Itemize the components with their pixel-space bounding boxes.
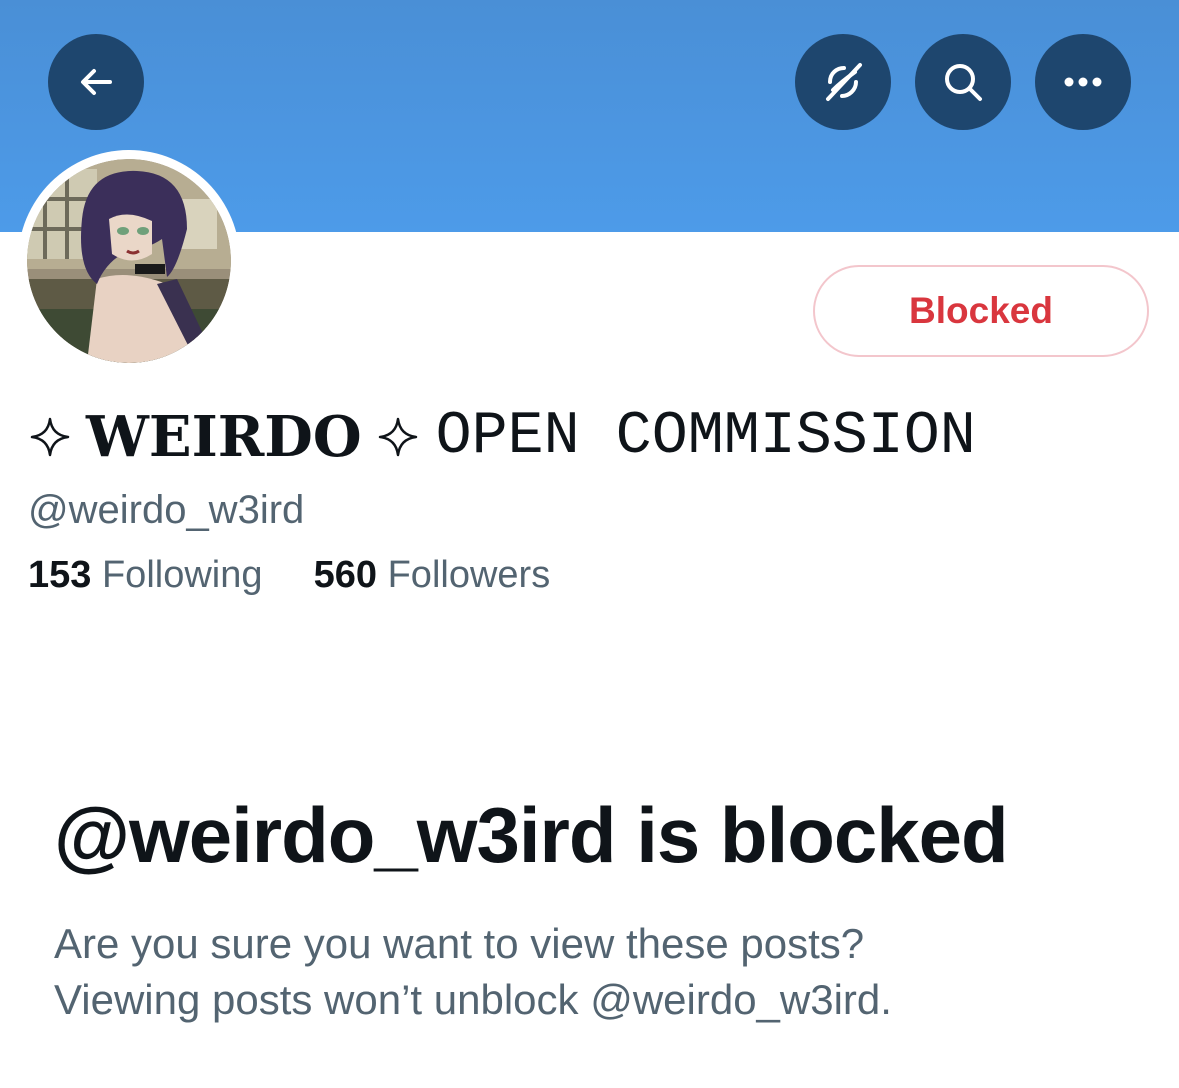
display-name-mono: OPEN COMMISSION	[435, 403, 976, 471]
display-name: WEIRDO OPEN COMMISSION	[28, 400, 976, 474]
more-button[interactable]	[1035, 34, 1131, 130]
arrow-left-icon	[81, 69, 112, 95]
avatar[interactable]	[18, 150, 240, 372]
profile-page: Blocked WEIRDO OPEN COMMISSION @weirdo_w…	[0, 0, 1179, 1088]
blocked-notice-description: Are you sure you want to view these post…	[54, 916, 1154, 1028]
blocked-notice-line-1: Are you sure you want to view these post…	[54, 920, 865, 967]
blocked-notice-title: @weirdo_w3ird is blocked	[54, 791, 1009, 879]
search-button[interactable]	[915, 34, 1011, 130]
following-label: Following	[101, 554, 263, 596]
sparkle-icon	[30, 417, 70, 457]
followers-label: Followers	[387, 554, 551, 596]
followers-count: 560	[313, 554, 378, 596]
more-icon	[1064, 77, 1102, 87]
profile-handle: @weirdo_w3ird	[28, 488, 305, 532]
following-count: 153	[28, 554, 92, 596]
sparkle-icon	[378, 417, 417, 457]
search-icon	[945, 64, 982, 101]
followers-link[interactable]: 560 Followers	[314, 554, 551, 596]
blocked-button[interactable]: Blocked	[813, 265, 1149, 357]
blocked-notice-line-2: Viewing posts won’t unblock @weirdo_w3ir…	[54, 976, 892, 1023]
display-name-bold: WEIRDO	[86, 404, 362, 470]
back-button[interactable]	[48, 34, 144, 130]
satellite-off-icon	[826, 63, 862, 101]
satellite-button[interactable]	[795, 34, 891, 130]
follow-stats: 153 Following 560 Followers	[28, 554, 550, 597]
avatar-image	[27, 159, 231, 363]
blocked-button-label: Blocked	[909, 290, 1053, 331]
following-link[interactable]: 153 Following	[28, 554, 273, 596]
